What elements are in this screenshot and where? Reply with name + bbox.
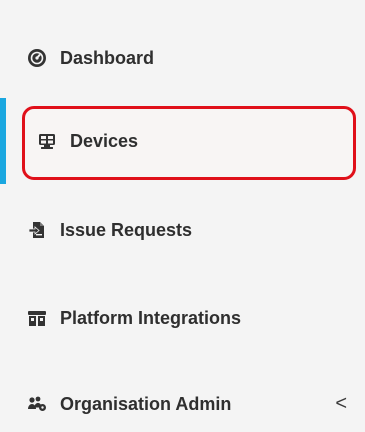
sidebar-item-label: Issue Requests	[60, 219, 193, 240]
sidebar-item-organisation-admin[interactable]: Organisation Admin <	[0, 374, 365, 432]
sidebar-nav: Dashboard Devices Issue Requests Platfor…	[0, 0, 365, 432]
sidebar-item-devices[interactable]: Devices	[0, 101, 365, 181]
sidebar-item-dashboard[interactable]: Dashboard	[0, 28, 365, 88]
sidebar-item-label: Devices	[70, 130, 139, 151]
dashboard-icon	[26, 47, 48, 69]
chevron-left-icon[interactable]: <	[335, 393, 347, 416]
sidebar-item-label: Platform Integrations	[60, 307, 242, 328]
sidebar-item-label: Dashboard	[60, 47, 155, 68]
devices-icon	[36, 130, 58, 152]
organisation-admin-icon	[26, 393, 48, 415]
issue-requests-icon	[26, 219, 48, 241]
platform-integrations-icon	[26, 307, 48, 329]
sidebar-item-label: Organisation Admin	[60, 393, 232, 414]
sidebar-item-platform-integrations[interactable]: Platform Integrations	[0, 288, 365, 348]
sidebar-item-issue-requests[interactable]: Issue Requests	[0, 200, 365, 260]
